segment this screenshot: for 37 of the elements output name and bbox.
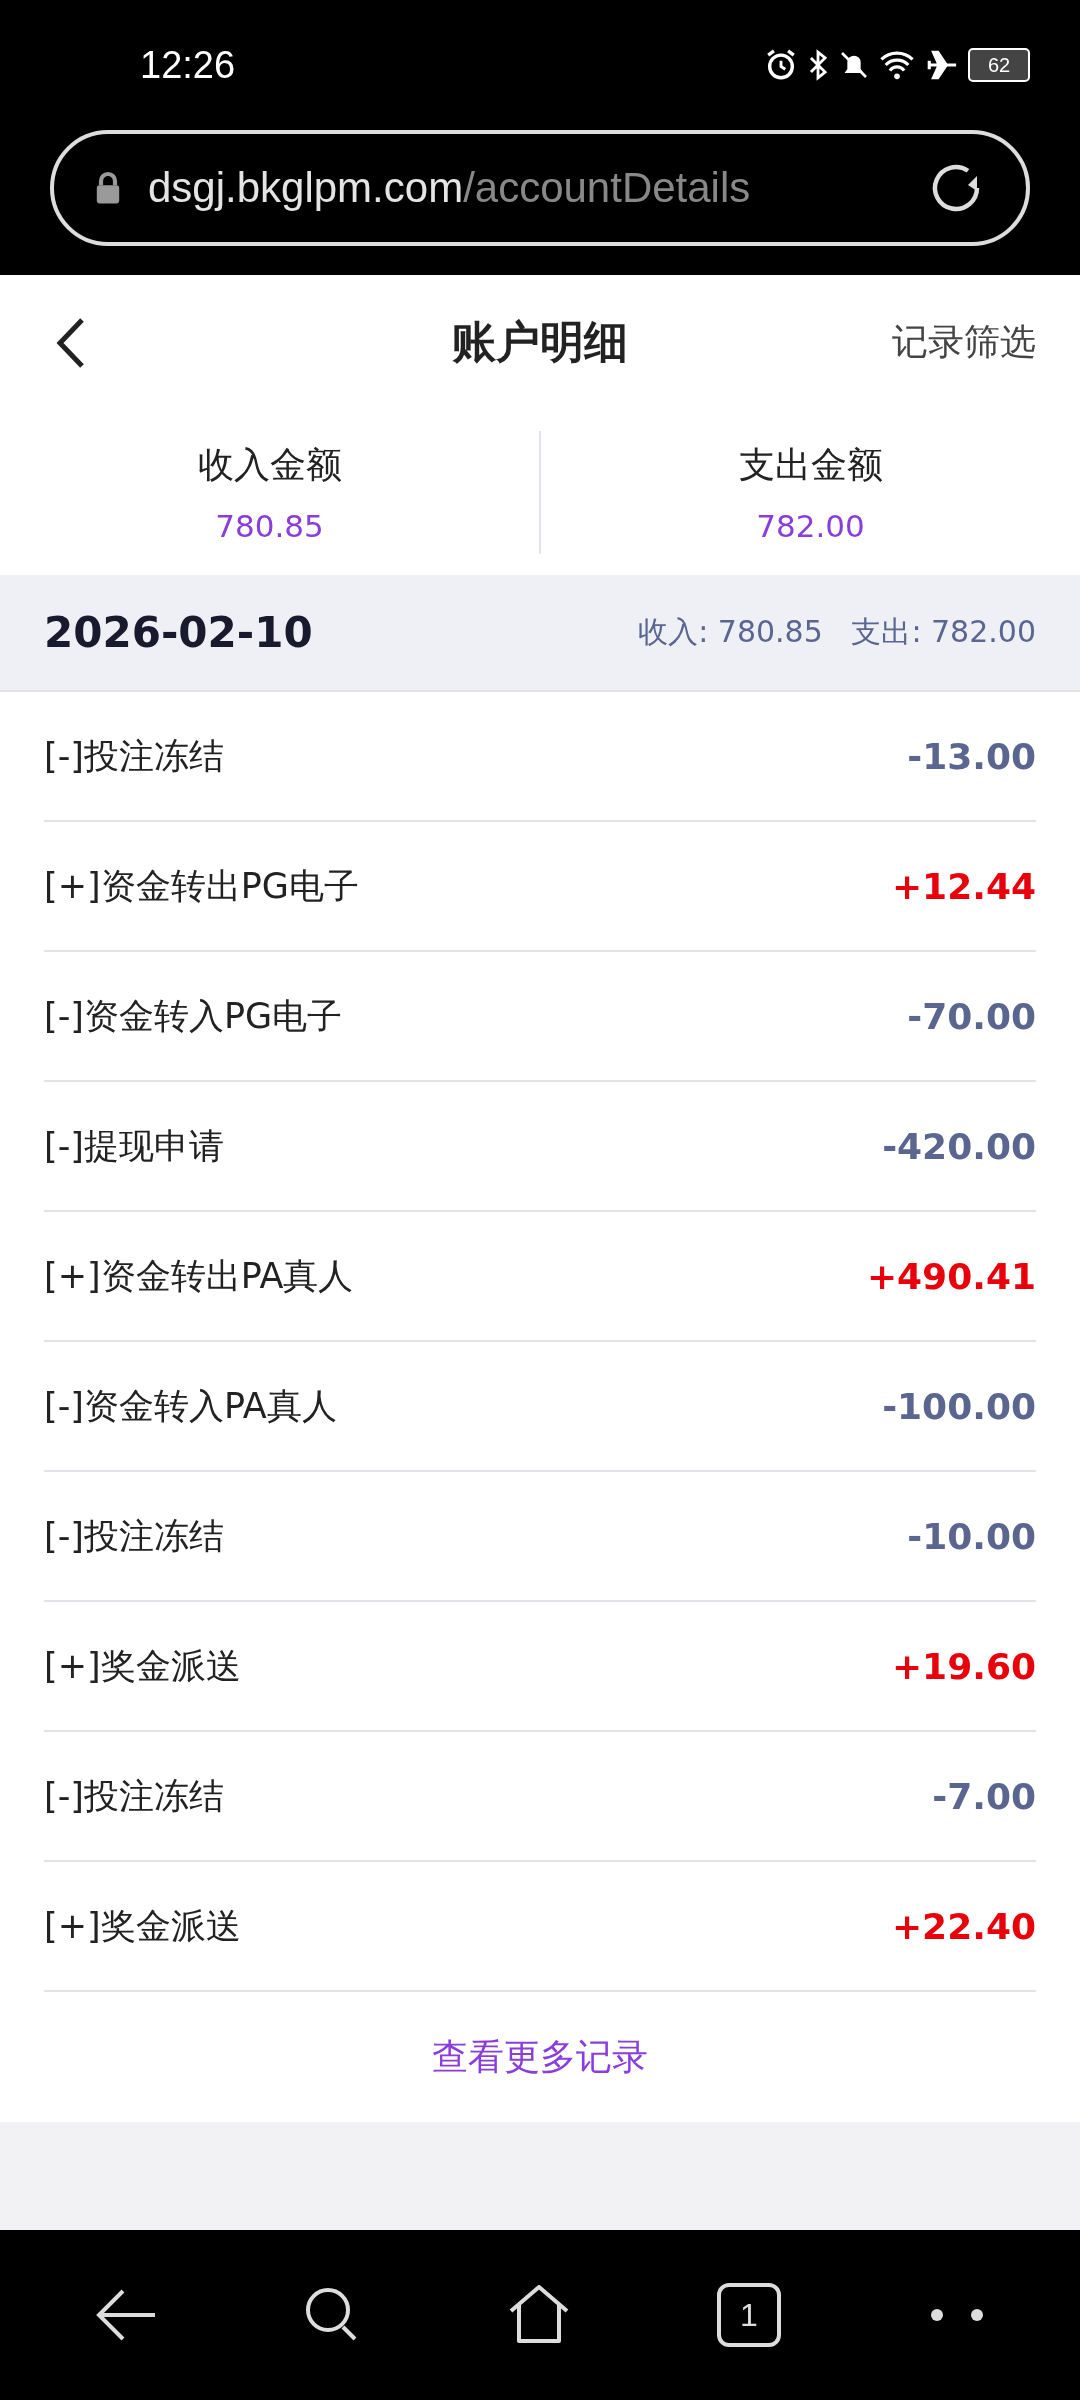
- record-amount: -100.00: [882, 1385, 1036, 1427]
- record-amount: +490.41: [866, 1255, 1036, 1297]
- lock-icon: [94, 171, 122, 205]
- home-icon[interactable]: [507, 2285, 571, 2345]
- record-amount: +19.60: [891, 1645, 1036, 1687]
- summary-value: 782.00: [756, 508, 865, 544]
- record-label: [+]资金转出PG电子: [44, 864, 359, 908]
- record-amount: -13.00: [907, 735, 1036, 777]
- record-label: [+]奖金派送: [44, 1904, 241, 1948]
- record-label: [+]奖金派送: [44, 1644, 241, 1688]
- tabs-button[interactable]: 1: [717, 2283, 781, 2347]
- record-amount: +12.44: [891, 865, 1036, 907]
- record-label: [-]投注冻结: [44, 734, 224, 778]
- address-bar[interactable]: dsgj.bkglpm.com/accountDetails: [50, 130, 1030, 246]
- record-amount: -420.00: [882, 1125, 1036, 1167]
- more-records-link[interactable]: 查看更多记录: [432, 2032, 648, 2082]
- record-amount: -70.00: [907, 995, 1036, 1037]
- record-label: [+]资金转出PA真人: [44, 1254, 354, 1298]
- record-amount: -7.00: [932, 1775, 1036, 1817]
- summary-label: 支出金额: [738, 443, 883, 487]
- url-text: dsgj.bkglpm.com/accountDetails: [148, 164, 752, 212]
- record-label: [-]投注冻结: [44, 1774, 224, 1818]
- status-time: 12:26: [140, 43, 236, 87]
- back-icon[interactable]: [56, 316, 86, 369]
- page-title: 账户明细: [452, 315, 628, 369]
- summary-label: 收入金额: [197, 443, 342, 487]
- record-amount: +22.40: [891, 1905, 1036, 1947]
- summary-value: 780.85: [215, 508, 324, 544]
- record-label: [-]提现申请: [44, 1124, 224, 1168]
- record-label: [-]投注冻结: [44, 1514, 224, 1558]
- record-label: [-]资金转入PA真人: [44, 1384, 337, 1428]
- date-text: 2026-02-10: [44, 608, 313, 657]
- record-amount: -10.00: [907, 1515, 1036, 1557]
- filter-link[interactable]: 记录筛选: [892, 318, 1036, 367]
- battery-icon: 62: [968, 48, 1030, 82]
- day-totals: 收入: 780.85 支出: 782.00: [638, 613, 1036, 651]
- record-label: [-]资金转入PG电子: [44, 994, 343, 1038]
